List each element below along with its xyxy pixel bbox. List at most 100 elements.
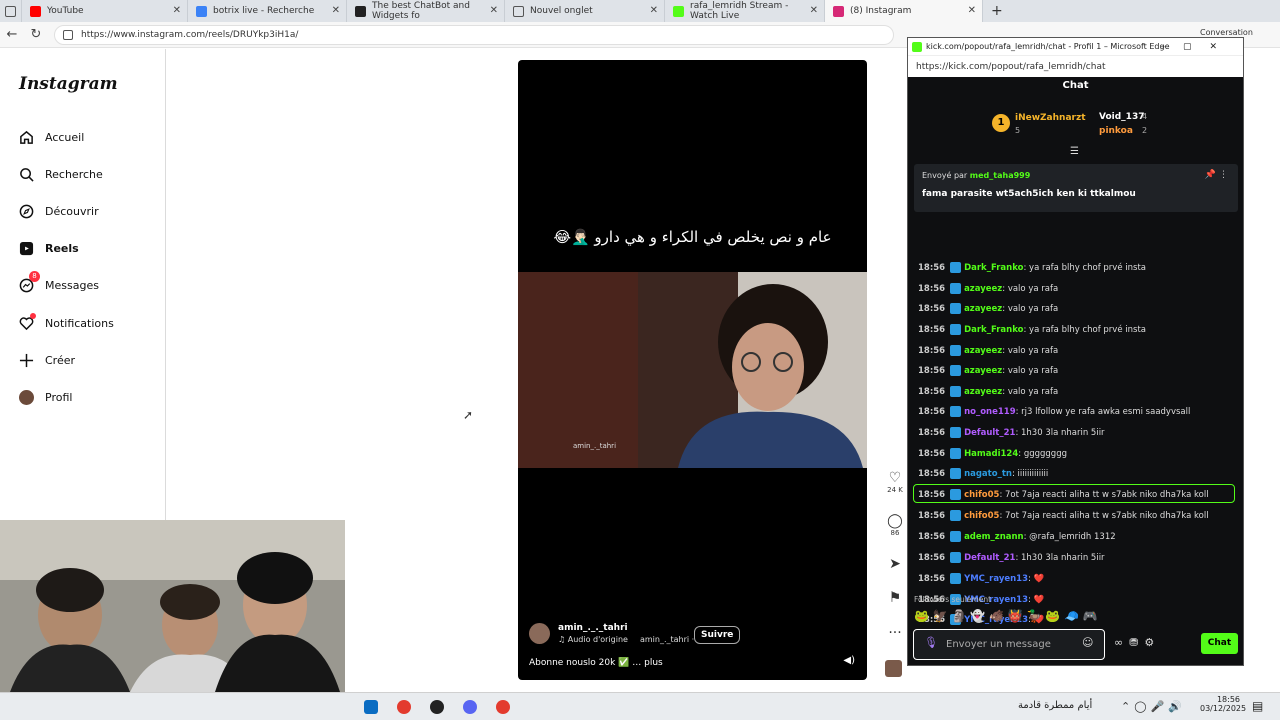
author-avatar[interactable] [529, 623, 550, 644]
instagram-sidebar: Instagram Accueil Recherche Découvrir Re… [0, 49, 166, 520]
badge-icon [950, 468, 962, 479]
leader-user-2[interactable]: Void_137 [1099, 112, 1144, 122]
chat-tools-icons[interactable]: ∞⛃⚙ [1114, 636, 1160, 649]
kick-chat-window: kick.com/popout/rafa_lemridh/chat - Prof… [907, 37, 1244, 666]
reel-audio[interactable]: ♫ Audio d'origine amin_._tahri · [558, 635, 694, 644]
filter-icon[interactable]: ☰ [1070, 146, 1079, 157]
pinned-message[interactable]: Envoyé par med_taha999 fama parasite wt5… [914, 164, 1238, 212]
chat-username[interactable]: Dark_Franko [964, 263, 1023, 273]
reel-description[interactable]: Abonne nouslo 20k ✅ … plus [529, 658, 663, 668]
obs-icon[interactable] [430, 700, 444, 714]
close-icon[interactable]: ✕ [490, 5, 498, 16]
like-button[interactable]: ♡ 24 K [885, 470, 905, 494]
chat-username[interactable]: azayeez [964, 387, 1002, 397]
chat-time: 18:56 [918, 573, 946, 584]
reels-icon [18, 240, 34, 256]
tab-actions-button[interactable] [0, 0, 22, 22]
leader-count-1: 5 [1015, 126, 1021, 135]
page-icon [513, 5, 524, 17]
tab-instagram[interactable]: (8) Instagram ✕ [825, 0, 983, 22]
mute-icon[interactable]: ◀) [843, 655, 855, 666]
reel-player[interactable]: عام و نص يخلص في الكراء و هي دارو 🤦🏻‍♂️😂… [518, 60, 867, 680]
chat-message: 18:56 YMC_rayen13: ❤️ [918, 573, 1044, 584]
tab-chatbot[interactable]: The best ChatBot and Widgets fo ✕ [347, 0, 505, 22]
instagram-logo[interactable]: Instagram [19, 74, 118, 94]
discord-icon[interactable] [463, 700, 477, 714]
clock[interactable]: 18:56 03/12/2025 [1200, 695, 1246, 713]
share-button[interactable]: ➤ [885, 556, 905, 572]
nav-messages[interactable]: 8 Messages [18, 271, 99, 293]
chat-time: 18:56 [918, 406, 946, 417]
close-icon[interactable]: ✕ [968, 5, 976, 16]
chat-username[interactable]: Dark_Franko [964, 325, 1023, 335]
chat-time: 18:56 [918, 345, 946, 356]
save-button[interactable]: ⚑ [885, 590, 905, 606]
chat-username[interactable]: azayeez [964, 366, 1002, 376]
chat-username[interactable]: azayeez [964, 346, 1002, 356]
window-controls[interactable]: –▢✕ [1160, 42, 1235, 52]
notification-icon[interactable]: ▤ [1252, 699, 1263, 713]
chat-username[interactable]: chifo05 [964, 511, 999, 521]
chat-username[interactable]: azayeez [964, 304, 1002, 314]
chat-text: : rj3 lfollow ye rafa awka esmi saadyvsa… [1015, 406, 1191, 417]
bookmark-icon: ⚑ [888, 590, 902, 606]
chat-username[interactable]: Default_21 [964, 553, 1015, 563]
leader-user-1[interactable]: iNewZahnarzt [1015, 113, 1086, 123]
emote-bar[interactable]: 🐸 🦅 🗿 👻 🐗 👹 🦆 🐸 🧢 🎮 [914, 609, 1098, 623]
nav-reels[interactable]: Reels [18, 240, 79, 256]
leader-user-3[interactable]: pinkoa [1099, 126, 1133, 136]
plus-icon: + [991, 3, 1003, 19]
chat-username[interactable]: Hamadi124 [964, 449, 1018, 459]
nav-creer[interactable]: Créer [18, 352, 75, 368]
reel-author-name[interactable]: amin_._._tahri [558, 623, 694, 633]
chat-text: : valo ya rafa [1002, 345, 1059, 356]
nav-decouvrir[interactable]: Découvrir [18, 203, 99, 219]
tab-new-tab[interactable]: Nouvel onglet ✕ [505, 0, 665, 22]
follow-button[interactable]: Suivre [694, 626, 741, 644]
chat-username[interactable]: adem_znann [964, 532, 1024, 542]
emoji-icon[interactable]: ☺ [1082, 636, 1093, 649]
reel-video-frame[interactable]: amin_._tahri [518, 272, 867, 468]
chat-username[interactable]: Default_21 [964, 428, 1015, 438]
system-tray-icons[interactable]: ⌃◯🎤🔊 [1121, 700, 1186, 713]
tab-botrix[interactable]: botrix live - Recherche ✕ [188, 0, 347, 22]
chat-username[interactable]: no_one119 [964, 407, 1016, 417]
pinned-user[interactable]: med_taha999 [970, 171, 1031, 180]
close-icon[interactable]: ✕ [810, 5, 818, 16]
chat-send-button[interactable]: Chat [1201, 633, 1238, 654]
tab-kick-stream[interactable]: rafa_lemridh Stream - Watch Live ✕ [665, 0, 825, 22]
mic-icon[interactable]: 🎙 [924, 636, 938, 649]
nav-recherche[interactable]: Recherche [18, 166, 103, 182]
pin-icon[interactable]: 📌 ⋮ [1205, 170, 1228, 180]
reel-caption: عام و نص يخلص في الكراء و هي دارو 🤦🏻‍♂️😂 [553, 228, 832, 246]
chrome-profile-icon[interactable] [496, 700, 510, 714]
chat-username[interactable]: nagato_tn [964, 469, 1012, 479]
send-icon: ➤ [889, 556, 901, 572]
nav-accueil[interactable]: Accueil [18, 129, 84, 145]
refresh-icon[interactable]: ↻ [24, 27, 48, 42]
chat-message-input[interactable]: Envoyer un message [913, 629, 1105, 660]
nav-notifications[interactable]: Notifications [18, 313, 114, 331]
chat-username[interactable]: azayeez [964, 284, 1002, 294]
outlook-icon[interactable] [364, 700, 378, 714]
chat-username[interactable]: chifo05 [964, 490, 999, 500]
more-button[interactable]: ··· [885, 625, 905, 641]
kick-url-field[interactable]: https://kick.com/popout/rafa_lemridh/cha… [908, 55, 1243, 77]
close-icon[interactable]: ✕ [173, 5, 181, 16]
close-icon[interactable]: ✕ [650, 5, 658, 16]
nav-profil[interactable]: Profil [18, 389, 72, 405]
back-icon[interactable]: ← [0, 27, 24, 42]
chat-username[interactable]: YMC_rayen13 [964, 574, 1028, 584]
weather-widget[interactable]: أيام ممطرة قادمة [1018, 700, 1092, 711]
audio-thumbnail[interactable] [885, 660, 902, 677]
chat-text: : 7ot 7aja reacti aliha tt w s7abk niko … [999, 489, 1209, 500]
new-tab-button[interactable]: + [983, 0, 1011, 22]
nav-label: Notifications [45, 316, 114, 330]
chat-message: 18:56 no_one119: rj3 lfollow ye rafa awka… [918, 406, 1190, 417]
search-icon [18, 166, 34, 182]
close-icon[interactable]: ✕ [332, 5, 340, 16]
comment-button[interactable]: ◯ 86 [885, 513, 905, 537]
chrome-icon[interactable] [397, 700, 411, 714]
tab-youtube[interactable]: YouTube ✕ [22, 0, 188, 22]
url-field[interactable]: https://www.instagram.com/reels/DRUYkp3i… [54, 24, 894, 45]
